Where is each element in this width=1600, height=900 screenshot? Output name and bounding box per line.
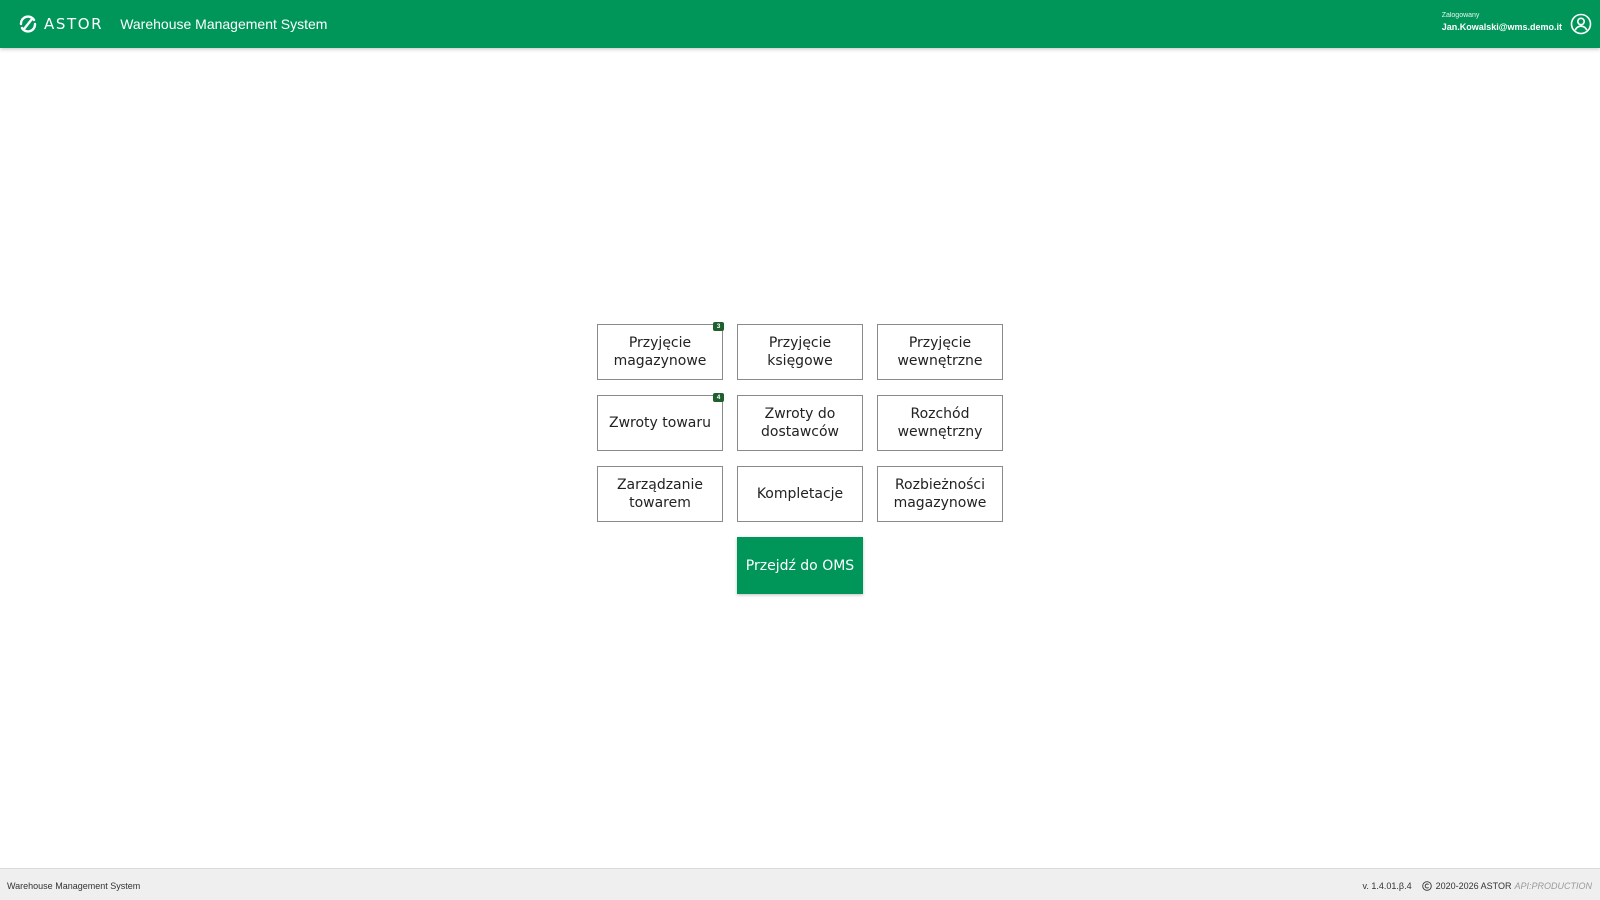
footer: Warehouse Management System v. 1.4.01.β.… — [0, 868, 1600, 900]
tile-przyjecie-magazynowe[interactable]: Przyjęcie magazynowe 3 — [597, 322, 724, 380]
footer-app-name: Warehouse Management System — [7, 881, 141, 891]
tile-label: Zarządzanie towarem — [616, 477, 704, 511]
module-grid: Przyjęcie magazynowe 3 Przyjęcie księgow… — [597, 322, 1003, 522]
tile-kompletacje[interactable]: Kompletacje — [737, 466, 863, 522]
version-text: v. 1.4.01.β.4 — [1362, 881, 1412, 891]
tile-przyjecie-wewnetrzne[interactable]: Przyjęcie wewnętrzne — [877, 324, 1003, 380]
tile-label: Kompletacje — [756, 486, 844, 502]
tile-zwroty-do-dostawcow[interactable]: Zwroty do dostawców — [737, 395, 863, 451]
environment-text: API:PRODUCTION — [1514, 881, 1592, 891]
user-label: Zalogowany — [1441, 12, 1480, 19]
app-title: Warehouse Management System — [120, 16, 328, 32]
tile-label: Zwroty towaru — [609, 415, 711, 431]
tile-zarzadzanie-towarem[interactable]: Zarządzanie towarem — [597, 466, 723, 522]
oms-button-label: Przejdź do OMS — [745, 557, 855, 574]
copyright-icon — [1421, 881, 1432, 891]
top-bar: ASTOR Warehouse Management System Zalogo… — [0, 0, 1600, 48]
tile-label: Przyjęcie księgowe — [767, 335, 833, 369]
tile-label: Zwroty do dostawców — [761, 406, 839, 440]
count-badge: 3 — [713, 322, 724, 331]
logo-text: ASTOR — [44, 15, 104, 33]
tile-label: Przyjęcie magazynowe — [613, 335, 707, 369]
go-to-oms-button[interactable]: Przejdź do OMS — [737, 537, 863, 594]
user-circle-icon[interactable] — [1570, 13, 1592, 35]
astor-logo-icon — [19, 15, 37, 33]
tile-przyjecie-ksiegowe[interactable]: Przyjęcie księgowe — [737, 324, 863, 380]
tile-rozchod-wewnetrzny[interactable]: Rozchód wewnętrzny — [877, 395, 1003, 451]
tile-label: Przyjęcie wewnętrzne — [897, 335, 983, 369]
tile-rozbieznosci-magazynowe[interactable]: Rozbieżności magazynowe — [877, 466, 1003, 522]
copyright-text: 2020-2026 ASTOR — [1435, 881, 1512, 891]
astor-logo[interactable]: ASTOR — [17, 0, 103, 48]
user-email: Jan.Kowalski@wms.demo.it — [1441, 22, 1562, 32]
tile-label: Rozchód wewnętrzny — [897, 406, 983, 440]
tile-label: Rozbieżności magazynowe — [893, 477, 987, 511]
tile-zwroty-towaru[interactable]: Zwroty towaru 4 — [597, 393, 724, 451]
footer-info: v. 1.4.01.β.4 2020-2026 ASTOR API:PRODUC… — [1363, 881, 1592, 891]
count-badge: 4 — [713, 393, 724, 402]
user-info: Zalogowany Jan.Kowalski@wms.demo.it — [1442, 12, 1562, 32]
